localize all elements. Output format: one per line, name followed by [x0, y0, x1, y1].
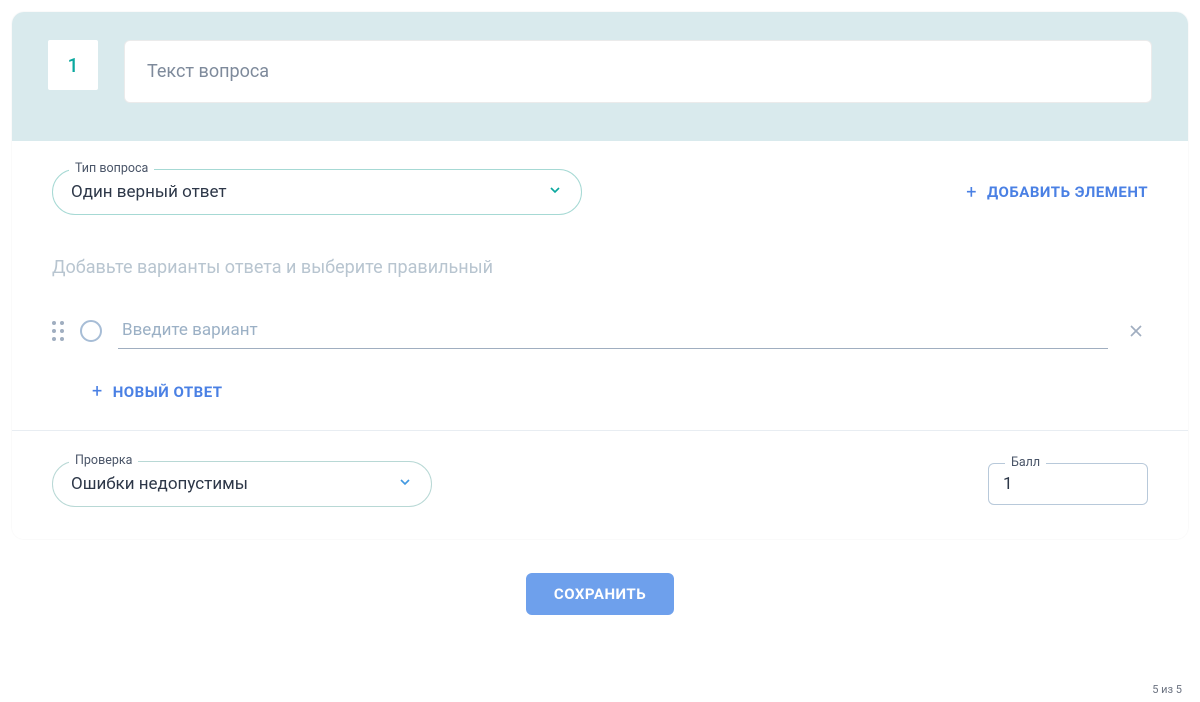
- bottom-row: Проверка Ошибки недопустимы Балл: [52, 461, 1148, 537]
- drag-handle-icon[interactable]: [52, 321, 64, 341]
- question-type-select[interactable]: Тип вопроса Один верный ответ: [52, 169, 582, 215]
- delete-answer-button[interactable]: [1124, 319, 1148, 343]
- question-card: 1 Тип вопроса Один верный ответ + ДОБАВИ…: [12, 12, 1188, 539]
- plus-icon: +: [92, 381, 103, 402]
- question-type-value: Один верный ответ: [71, 182, 547, 202]
- plus-icon: +: [966, 182, 977, 203]
- answer-row: [52, 312, 1148, 349]
- question-number: 1: [48, 40, 98, 90]
- save-row: СОХРАНИТЬ: [0, 551, 1200, 645]
- add-element-label: ДОБАВИТЬ ЭЛЕМЕНТ: [987, 183, 1148, 201]
- divider: [12, 430, 1188, 431]
- question-body: Тип вопроса Один верный ответ + ДОБАВИТЬ…: [12, 141, 1188, 539]
- save-button[interactable]: СОХРАНИТЬ: [526, 573, 674, 615]
- top-row: Тип вопроса Один верный ответ + ДОБАВИТЬ…: [52, 169, 1148, 215]
- score-field: Балл: [988, 463, 1148, 505]
- check-select[interactable]: Проверка Ошибки недопустимы: [52, 461, 432, 507]
- new-answer-button[interactable]: + НОВЫЙ ОТВЕТ: [92, 381, 223, 402]
- answer-input[interactable]: [118, 312, 1108, 349]
- check-label: Проверка: [69, 453, 138, 468]
- chevron-down-icon: [397, 474, 413, 494]
- question-header: 1: [12, 12, 1188, 141]
- score-input[interactable]: [1003, 474, 1133, 494]
- add-element-button[interactable]: + ДОБАВИТЬ ЭЛЕМЕНТ: [966, 182, 1148, 203]
- new-answer-label: НОВЫЙ ОТВЕТ: [113, 383, 223, 401]
- question-text-input[interactable]: [124, 40, 1152, 103]
- question-type-label: Тип вопроса: [69, 161, 154, 176]
- chevron-down-icon: [547, 182, 563, 202]
- check-value: Ошибки недопустимы: [71, 474, 397, 494]
- score-label: Балл: [1005, 455, 1046, 470]
- answers-hint: Добавьте варианты ответа и выберите прав…: [52, 257, 1148, 278]
- answer-radio[interactable]: [80, 320, 102, 342]
